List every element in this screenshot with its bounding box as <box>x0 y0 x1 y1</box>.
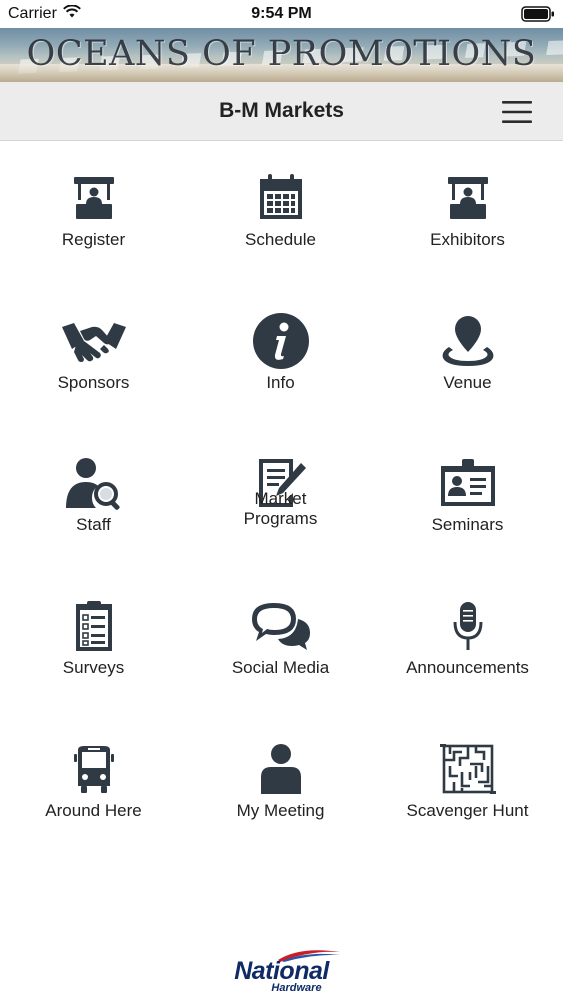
tile-market-programs[interactable]: Market Programs <box>187 426 374 566</box>
tile-announcements[interactable]: Announcements <box>374 569 561 709</box>
chat-bubbles-icon <box>187 595 374 657</box>
tile-label: Scavenger Hunt <box>406 801 529 820</box>
handshake-icon <box>0 310 187 372</box>
battery-icon <box>521 6 555 27</box>
tile-label: Announcements <box>406 658 529 677</box>
tile-label: Register <box>61 230 126 249</box>
tile-schedule[interactable]: Schedule <box>187 141 374 281</box>
sponsor-logo: National Hardware <box>0 948 563 996</box>
tile-label: My Meeting <box>236 801 325 820</box>
kiosk-booth-icon <box>0 167 187 229</box>
tile-scavenger-hunt[interactable]: Scavenger Hunt <box>374 712 561 852</box>
id-badge-icon <box>374 452 561 514</box>
tile-venue[interactable]: Venue <box>374 284 561 424</box>
tile-label: Venue <box>443 373 492 392</box>
tile-label: Seminars <box>431 515 504 534</box>
tile-sponsors[interactable]: Sponsors <box>0 284 187 424</box>
info-icon <box>187 310 374 372</box>
tile-label: Surveys <box>62 658 125 677</box>
tile-label: Around Here <box>45 801 142 820</box>
hamburger-menu-icon[interactable] <box>501 99 533 125</box>
status-time: 9:54 PM <box>251 5 312 22</box>
status-bar: Carrier 9:54 PM <box>0 0 563 28</box>
bus-icon <box>0 738 187 800</box>
clipboard-checklist-icon <box>0 595 187 657</box>
person-icon <box>187 738 374 800</box>
tile-label: Staff <box>76 515 111 534</box>
tile-seminars[interactable]: Seminars <box>374 426 561 566</box>
kiosk-booth-icon <box>374 167 561 229</box>
tile-register[interactable]: Register <box>0 141 187 281</box>
person-search-icon <box>0 452 187 514</box>
nav-bar: B-M Markets <box>0 82 563 141</box>
tile-staff[interactable]: Staff <box>0 426 187 566</box>
map-pin-icon <box>374 310 561 372</box>
tile-label: Schedule <box>245 230 316 249</box>
microphone-icon <box>374 595 561 657</box>
maze-icon <box>374 738 561 800</box>
tile-surveys[interactable]: Surveys <box>0 569 187 709</box>
tile-label: Info <box>266 373 295 392</box>
tile-label: Social Media <box>231 658 330 677</box>
tile-my-meeting[interactable]: My Meeting <box>187 712 374 852</box>
tile-info[interactable]: Info <box>187 284 374 424</box>
brand-sub: Hardware <box>271 982 322 994</box>
tile-exhibitors[interactable]: Exhibitors <box>374 141 561 281</box>
tile-label: Sponsors <box>57 373 130 392</box>
page-title: B-M Markets <box>219 99 344 122</box>
tile-around-here[interactable]: Around Here <box>0 712 187 852</box>
banner-title: OCEANS OF PROMOTIONS <box>26 34 537 74</box>
calendar-icon <box>187 167 374 229</box>
tile-label: Exhibitors <box>430 230 505 249</box>
tile-social-media[interactable]: Social Media <box>187 569 374 709</box>
promo-banner: OCEANS OF PROMOTIONS <box>0 28 563 82</box>
tile-label: Market Programs <box>243 489 318 528</box>
